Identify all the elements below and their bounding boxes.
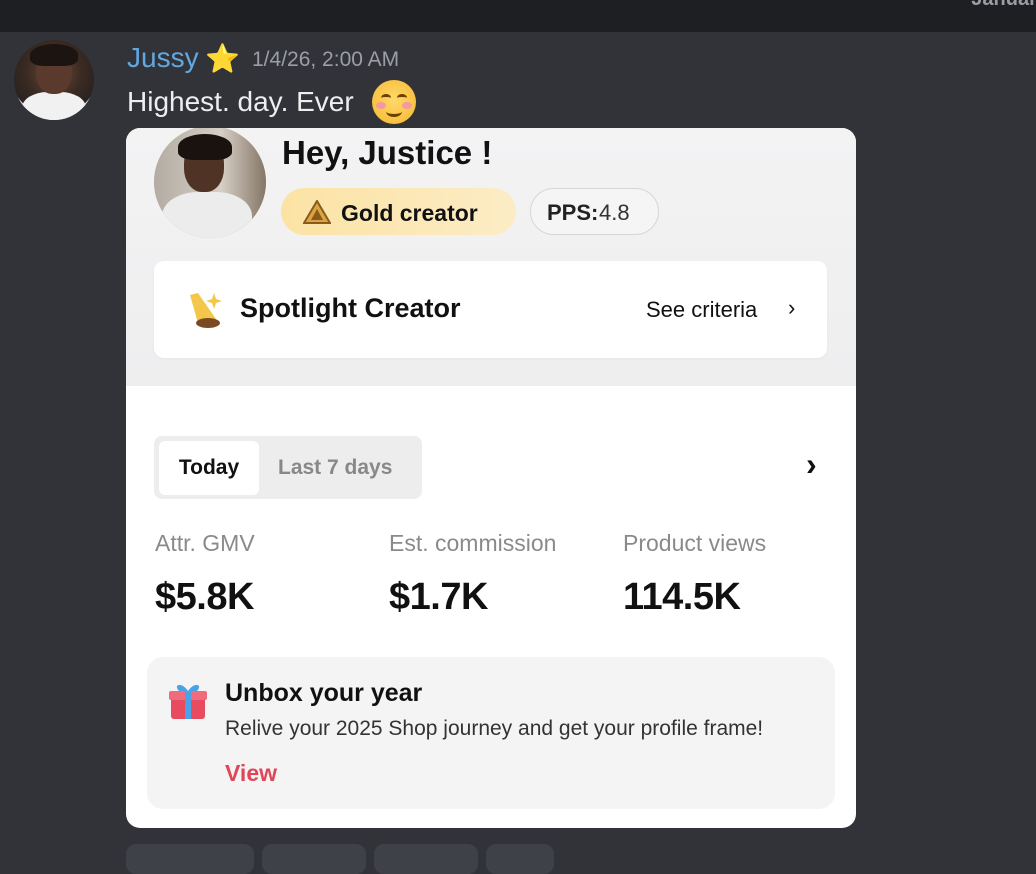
view-link[interactable]: View xyxy=(225,760,277,787)
date-divider: January xyxy=(971,0,1036,11)
chevron-right-icon: › xyxy=(788,295,796,320)
see-criteria-link[interactable]: See criteria xyxy=(646,297,757,323)
tab-last-7-days[interactable]: Last 7 days xyxy=(278,441,392,495)
blush-emoji-icon xyxy=(372,80,416,124)
message-timestamp: 1/4/26, 2:00 AM xyxy=(252,48,400,71)
unbox-title: Unbox your year xyxy=(225,679,423,707)
reaction-button[interactable] xyxy=(262,844,366,874)
stat-label-gmv: Attr. GMV xyxy=(155,530,255,556)
spotlight-title: Spotlight Creator xyxy=(240,293,461,323)
pps-value: 4.8 xyxy=(599,200,630,225)
reaction-button[interactable] xyxy=(126,844,254,874)
username[interactable]: Jussy xyxy=(127,42,199,74)
pps-label: PPS: xyxy=(547,200,599,225)
unbox-description: Relive your 2025 Shop journey and get yo… xyxy=(225,717,764,740)
avatar-hair xyxy=(30,44,78,66)
emoji-blush-left xyxy=(376,102,386,109)
gold-creator-badge[interactable]: Gold creator xyxy=(281,188,516,235)
stat-label-commission: Est. commission xyxy=(389,530,557,556)
gold-creator-label: Gold creator xyxy=(341,200,478,226)
profile-hair xyxy=(178,134,232,160)
period-tabs: Today Last 7 days xyxy=(154,436,422,499)
emoji-mouth xyxy=(386,106,402,117)
profile-picture xyxy=(154,128,266,238)
stat-value-views: 114.5K xyxy=(623,576,741,618)
emoji-eye-right xyxy=(397,94,407,102)
stat-value-commission: $1.7K xyxy=(389,576,488,618)
spotlight-creator-row[interactable]: Spotlight Creator See criteria › xyxy=(154,261,827,358)
spotlight-icon xyxy=(190,293,222,328)
gold-tier-icon xyxy=(303,200,331,224)
stat-value-gmv: $5.8K xyxy=(155,576,254,618)
gift-icon xyxy=(169,684,207,719)
attachment-image-card[interactable]: Hey, Justice ! Gold creator PPS: 4.8 Spo… xyxy=(126,128,856,828)
emoji-blush-right xyxy=(402,102,412,109)
user-avatar[interactable] xyxy=(14,40,94,120)
add-reaction-button[interactable] xyxy=(486,844,554,874)
pps-badge[interactable]: PPS: 4.8 xyxy=(530,188,659,235)
top-bar: January xyxy=(0,0,1036,32)
emoji-eye-left xyxy=(381,94,391,102)
avatar-shirt xyxy=(22,92,86,120)
message-text: Highest. day. Ever xyxy=(127,86,354,117)
tab-today[interactable]: Today xyxy=(159,441,259,495)
reaction-button[interactable] xyxy=(374,844,478,874)
more-chevron-icon[interactable]: › xyxy=(806,446,817,483)
greeting-title: Hey, Justice ! xyxy=(282,134,493,171)
star-icon: ⭐ xyxy=(205,43,240,74)
profile-shirt xyxy=(162,192,252,238)
stat-label-views: Product views xyxy=(623,530,767,556)
unbox-your-year-banner[interactable]: Unbox your year Relive your 2025 Shop jo… xyxy=(147,657,835,809)
